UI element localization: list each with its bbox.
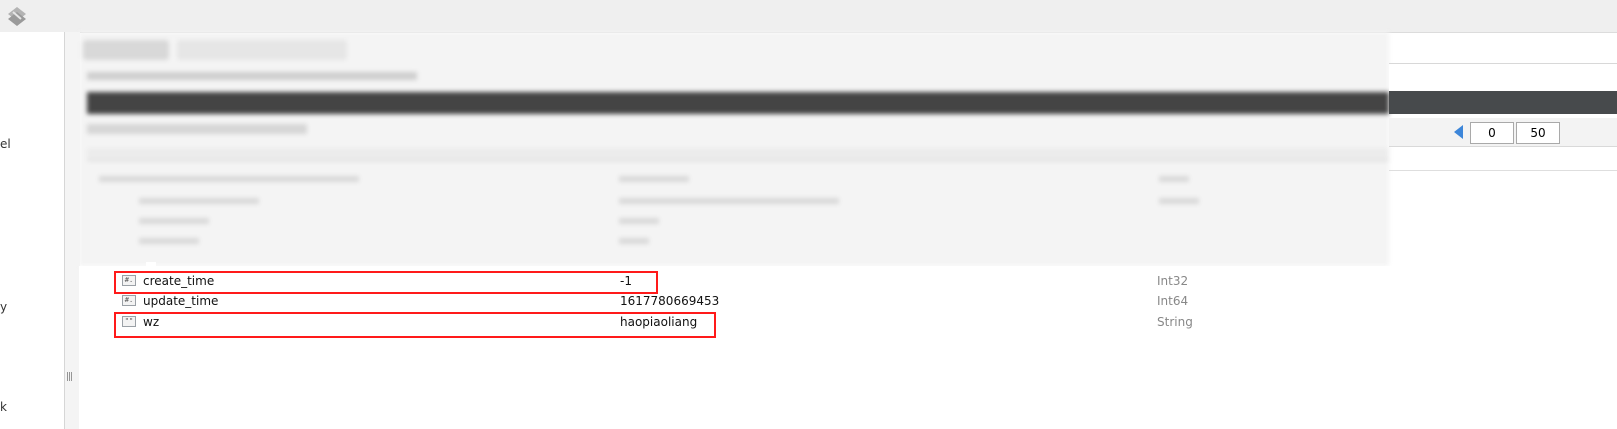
field-type: String: [1157, 315, 1193, 329]
field-type: Int64: [1157, 294, 1189, 308]
grid-header-divider: [1389, 170, 1617, 171]
previous-page-icon[interactable]: [1454, 125, 1463, 139]
table-row[interactable]: #. update_time 1617780669453 Int64: [80, 292, 1560, 312]
number-field-icon: #.: [122, 295, 136, 306]
sidebar-fragment: y: [0, 300, 8, 314]
app-logo-icon[interactable]: [5, 5, 29, 27]
splitter-grip-icon[interactable]: |||: [66, 372, 73, 382]
highlight-box-wz: [114, 312, 716, 338]
field-type: Int32: [1157, 274, 1189, 288]
query-toolbar: [1389, 91, 1617, 114]
redacted-region: [79, 32, 1389, 266]
skip-input[interactable]: [1470, 122, 1514, 144]
field-name: update_time: [143, 294, 219, 308]
sidebar-fragment: el: [0, 137, 11, 151]
highlight-box-create-time: [114, 271, 658, 294]
address-bar[interactable]: [1389, 63, 1617, 92]
limit-input[interactable]: [1516, 122, 1560, 144]
sidebar-fragment: k: [0, 400, 7, 414]
field-value[interactable]: 1617780669453: [620, 294, 719, 308]
app-toolbar: [0, 0, 1617, 33]
sidebar-splitter[interactable]: [64, 32, 80, 429]
